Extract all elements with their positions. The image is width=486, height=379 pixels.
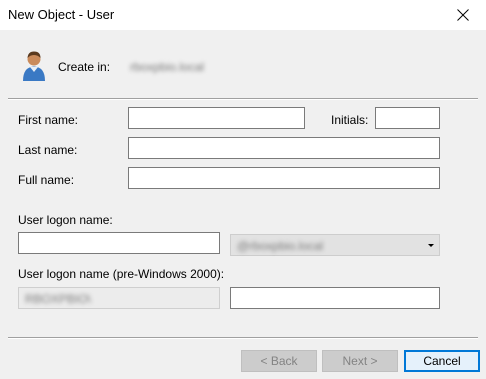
- logon-name-input[interactable]: [18, 232, 220, 254]
- close-button[interactable]: [440, 0, 486, 30]
- last-name-label: Last name:: [18, 143, 78, 157]
- cancel-button[interactable]: Cancel: [404, 350, 480, 372]
- create-in-label: Create in:: [58, 60, 111, 74]
- first-name-label: First name:: [18, 113, 79, 127]
- title-bar: New Object - User: [0, 0, 486, 30]
- back-button[interactable]: < Back: [241, 350, 317, 372]
- separator-top: [8, 98, 478, 100]
- create-in-value: rboxpbio.local: [130, 60, 205, 74]
- full-name-input[interactable]: [128, 167, 440, 189]
- pre2000-name-input[interactable]: [230, 287, 440, 309]
- full-name-label: Full name:: [18, 173, 75, 187]
- pre2000-domain-value: RBOXPBIO\: [25, 292, 92, 306]
- last-name-input[interactable]: [128, 137, 440, 159]
- next-button[interactable]: Next >: [322, 350, 398, 372]
- logon-name-label: User logon name:: [18, 213, 113, 227]
- separator-bottom: [8, 337, 478, 339]
- initials-input[interactable]: [375, 107, 440, 129]
- domain-select[interactable]: @rboxpbio.local: [230, 234, 440, 256]
- close-icon: [457, 9, 469, 21]
- user-icon: [23, 51, 45, 81]
- pre2000-label: User logon name (pre-Windows 2000):: [18, 267, 225, 281]
- domain-select-value: @rboxpbio.local: [237, 239, 324, 253]
- pre2000-domain-field: RBOXPBIO\: [18, 287, 220, 309]
- new-user-dialog: New Object - User Create in: rboxpbio.lo…: [0, 0, 486, 379]
- initials-label: Initials:: [331, 113, 369, 127]
- first-name-input[interactable]: [128, 107, 305, 129]
- window-title: New Object - User: [8, 7, 115, 22]
- chevron-down-icon: [428, 244, 434, 247]
